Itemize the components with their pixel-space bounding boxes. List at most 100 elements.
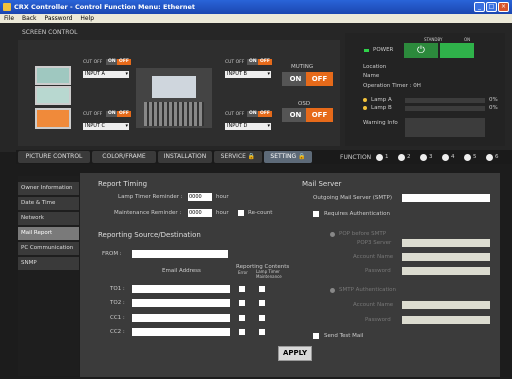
recount-label: Re-count bbox=[248, 210, 273, 216]
input-d-select[interactable]: INPUT D ▾ bbox=[225, 123, 271, 130]
lamp-timer-label: Lamp Timer Reminder : bbox=[118, 194, 183, 200]
close-icon[interactable]: × bbox=[498, 2, 509, 12]
layout-split-icon[interactable] bbox=[35, 86, 71, 105]
function-5-button[interactable] bbox=[464, 154, 471, 161]
smtp-label: Outgoing Mail Server (SMTP) bbox=[313, 195, 392, 201]
cc1-email-input[interactable] bbox=[132, 314, 230, 322]
cutoff-off-c[interactable]: OFF bbox=[117, 111, 131, 117]
pop3-server-input[interactable] bbox=[402, 239, 490, 247]
audience bbox=[144, 102, 204, 126]
sidebar-item-pc-communication[interactable]: PC Communication bbox=[18, 242, 79, 255]
to1-email-input[interactable] bbox=[132, 285, 230, 293]
tab-installation[interactable]: INSTALLATION bbox=[158, 151, 212, 163]
smtp-account-label: Account Name bbox=[353, 302, 394, 308]
chevron-down-icon: ▾ bbox=[125, 123, 128, 129]
smtp-auth-radio[interactable] bbox=[330, 288, 335, 293]
to1-lamp-checkbox[interactable] bbox=[259, 286, 265, 292]
power-led-icon bbox=[364, 49, 369, 52]
cutoff-on-d[interactable]: ON bbox=[247, 111, 259, 117]
chevron-down-icon: ▾ bbox=[267, 71, 270, 77]
cc1-lamp-checkbox[interactable] bbox=[259, 315, 265, 321]
cutoff-off-a[interactable]: OFF bbox=[117, 59, 131, 65]
menu-file[interactable]: File bbox=[4, 15, 14, 22]
menu-password[interactable]: Password bbox=[44, 15, 72, 22]
function-label: FUNCTION bbox=[340, 154, 372, 161]
menu-help[interactable]: Help bbox=[80, 15, 94, 22]
sidebar-item-owner-information[interactable]: Owner Information bbox=[18, 182, 79, 195]
from-input[interactable] bbox=[132, 250, 228, 258]
chevron-down-icon: ▾ bbox=[125, 71, 128, 77]
smtp-auth-label: SMTP Authentication bbox=[339, 287, 397, 293]
requires-auth-checkbox[interactable] bbox=[313, 211, 319, 217]
pop-password-label: Password bbox=[365, 268, 391, 274]
sidebar-item-network[interactable]: Network bbox=[18, 212, 79, 225]
sidebar-item-mail-report[interactable]: Mail Report bbox=[18, 227, 79, 240]
power-label: POWER bbox=[373, 47, 394, 53]
cut-off-label: CUT OFF bbox=[83, 60, 103, 65]
cutoff-on-c[interactable]: ON bbox=[106, 111, 118, 117]
maintenance-input[interactable]: 0000 bbox=[188, 209, 212, 217]
input-d-value: INPUT D bbox=[227, 123, 248, 129]
cutoff-off-b[interactable]: OFF bbox=[258, 59, 272, 65]
function-6-button[interactable] bbox=[486, 154, 493, 161]
warning-label: Warning Info bbox=[363, 120, 398, 126]
power-standby-button[interactable]: ⏻ bbox=[404, 43, 438, 58]
smtp-input[interactable] bbox=[402, 194, 490, 202]
send-test-checkbox[interactable] bbox=[313, 333, 319, 339]
muting-off-button[interactable]: OFF bbox=[306, 72, 333, 86]
cc2-lamp-checkbox[interactable] bbox=[259, 329, 265, 335]
maximize-icon[interactable]: □ bbox=[486, 2, 497, 12]
pop-account-input[interactable] bbox=[402, 253, 490, 261]
apply-button[interactable]: APPLY bbox=[278, 346, 312, 361]
minimize-icon[interactable]: _ bbox=[474, 2, 485, 12]
input-b-select[interactable]: INPUT B ▾ bbox=[225, 71, 271, 78]
tab-color-frame[interactable]: COLOR/FRAME bbox=[92, 151, 156, 163]
menu-back[interactable]: Back bbox=[22, 15, 37, 22]
sidebar-item-date-time[interactable]: Date & Time bbox=[18, 197, 79, 210]
input-c-select[interactable]: INPUT C ▾ bbox=[83, 123, 129, 130]
sidebar-item-snmp[interactable]: SNMP bbox=[18, 257, 79, 270]
smtp-account-input[interactable] bbox=[402, 301, 490, 309]
osd-on-button[interactable]: ON bbox=[282, 108, 309, 122]
power-on-button[interactable] bbox=[440, 43, 474, 58]
to2-email-input[interactable] bbox=[132, 299, 230, 307]
tab-setting-label: SETTING bbox=[270, 153, 297, 160]
tab-service[interactable]: SERVICE 🔒 bbox=[214, 151, 262, 163]
pop-radio[interactable] bbox=[330, 232, 335, 237]
lamp-timer-input[interactable]: 0000 bbox=[188, 193, 212, 201]
pop-password-input[interactable] bbox=[402, 267, 490, 275]
recount-checkbox[interactable] bbox=[238, 210, 244, 216]
input-a-value: INPUT A bbox=[85, 71, 105, 77]
osd-off-button[interactable]: OFF bbox=[306, 108, 333, 122]
send-test-label: Send Test Mail bbox=[324, 333, 364, 339]
smtp-password-label: Password bbox=[365, 317, 391, 323]
function-3-button[interactable] bbox=[420, 154, 427, 161]
to2-error-checkbox[interactable] bbox=[239, 300, 245, 306]
input-a-select[interactable]: INPUT A ▾ bbox=[83, 71, 129, 78]
to2-lamp-checkbox[interactable] bbox=[259, 300, 265, 306]
stage-screen bbox=[152, 76, 196, 98]
cc2-error-checkbox[interactable] bbox=[239, 329, 245, 335]
to1-error-checkbox[interactable] bbox=[239, 286, 245, 292]
email-address-header: Email Address bbox=[162, 268, 201, 274]
layout-quad-icon[interactable] bbox=[35, 108, 71, 129]
cutoff-on-b[interactable]: ON bbox=[247, 59, 259, 65]
function-4-num: 4 bbox=[451, 154, 455, 160]
cutoff-on-a[interactable]: ON bbox=[106, 59, 118, 65]
cc1-error-checkbox[interactable] bbox=[239, 315, 245, 321]
tab-setting[interactable]: SETTING 🔒 bbox=[264, 151, 312, 163]
cc2-email-input[interactable] bbox=[132, 328, 230, 336]
function-4-button[interactable] bbox=[442, 154, 449, 161]
smtp-password-input[interactable] bbox=[402, 316, 490, 324]
function-2-button[interactable] bbox=[398, 154, 405, 161]
cutoff-off-d[interactable]: OFF bbox=[258, 111, 272, 117]
tab-service-label: SERVICE bbox=[220, 153, 246, 160]
tab-picture-control[interactable]: PICTURE CONTROL bbox=[18, 151, 90, 163]
on-label: ON bbox=[464, 37, 471, 42]
cut-off-label-c: CUT OFF bbox=[83, 112, 103, 117]
layout-single-icon[interactable] bbox=[35, 66, 71, 85]
muting-on-button[interactable]: ON bbox=[282, 72, 309, 86]
lamp-a-bar bbox=[405, 98, 485, 103]
operation-timer: Operation Timer : 0H bbox=[363, 83, 421, 89]
function-1-button[interactable] bbox=[376, 154, 383, 161]
